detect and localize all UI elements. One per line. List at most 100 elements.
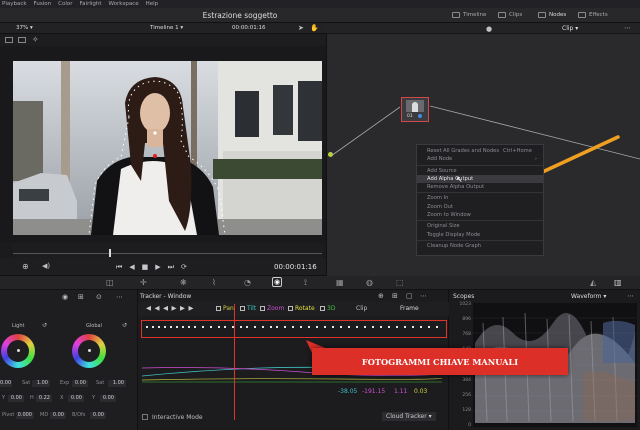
sat2-field[interactable]: 1.00	[108, 380, 126, 387]
speaker-icon[interactable]: ◀)	[42, 262, 50, 270]
ctx-remove-alpha-output[interactable]: Remove Alpha Output	[417, 183, 543, 191]
tracker-icon[interactable]: ⟟	[304, 278, 307, 288]
interactive-mode-label: Interactive Mode	[152, 414, 203, 421]
scopes-toggle-icon[interactable]: ▥	[614, 278, 622, 287]
menu-workspace[interactable]: Workspace	[109, 1, 139, 7]
tracker-more-icon[interactable]: ⋯	[420, 292, 427, 300]
color-match-icon[interactable]: ✛	[140, 278, 147, 287]
curves-icon[interactable]: ⌇	[212, 278, 216, 287]
ctx-original-size[interactable]: Original Size	[417, 222, 543, 230]
exp-label: Exp	[60, 380, 70, 386]
rotate-option[interactable]: Rotate	[288, 305, 315, 312]
wheel1-handle[interactable]	[17, 349, 20, 352]
pointer-icon[interactable]: ➤	[298, 24, 304, 32]
h-field[interactable]: 0.22	[36, 395, 52, 402]
sizing-icon[interactable]: ◭	[590, 278, 596, 287]
menu-fusion[interactable]: Fusion	[34, 1, 52, 7]
ctx-add-source[interactable]: Add Source	[417, 167, 543, 175]
md-field[interactable]: 0.00	[50, 412, 66, 419]
sat-field[interactable]: 1.00	[32, 380, 50, 387]
zoom-option[interactable]: Zoom	[260, 305, 284, 312]
menu-help[interactable]: Help	[146, 1, 159, 7]
menu-playback[interactable]: Playback	[2, 1, 27, 7]
node-input-dot[interactable]	[328, 152, 333, 157]
tracker-target-icon[interactable]: ⊕	[378, 292, 384, 300]
light-value-field[interactable]: 0.00	[0, 380, 12, 387]
3d-option[interactable]: 3D	[320, 305, 335, 312]
playhead[interactable]	[109, 249, 111, 257]
menu-color[interactable]: Color	[58, 1, 72, 7]
menu-fairlight[interactable]: Fairlight	[80, 1, 102, 7]
frame-mode-tab[interactable]: Frame	[400, 305, 419, 312]
scrub-bar[interactable]	[13, 244, 322, 258]
transport-controls[interactable]: ⏮◀■▶⏭⟳	[116, 263, 194, 272]
ctx-add-alpha-output[interactable]: Add Alpha Output	[417, 174, 543, 184]
wheel2-handle[interactable]	[88, 349, 91, 352]
blur-icon[interactable]: ◍	[366, 278, 373, 287]
exp-field[interactable]: 0.00	[72, 380, 88, 387]
node-output-dot[interactable]	[418, 114, 422, 118]
zoom-checkbox	[260, 306, 265, 311]
reset-wheel2-icon[interactable]: ↺	[122, 322, 127, 329]
3d-checkbox	[320, 306, 325, 311]
qualifier-icon[interactable]: ◔	[244, 278, 251, 287]
timeline-selector[interactable]: Timeline 1 ▾	[150, 25, 183, 31]
camera-raw-icon[interactable]: ◫	[106, 278, 114, 287]
timeline-toggle[interactable]: Timeline	[452, 12, 486, 18]
wheel-mode-icon[interactable]: ◉	[62, 293, 68, 301]
hand-icon[interactable]: ✋	[310, 24, 319, 32]
options-icon[interactable]: ⋯	[116, 293, 123, 301]
cloud-tracker-dropdown[interactable]: Cloud Tracker ▾	[382, 412, 436, 421]
scope-more-icon[interactable]: ⋯	[627, 292, 634, 300]
interactive-mode-checkbox[interactable]	[142, 414, 148, 420]
pivot-field[interactable]: 0.000	[16, 412, 34, 419]
effects-icon	[578, 12, 586, 18]
color-page-tools: ◫ ✛ ❋ ⌇ ◔ ◉ ⟟ ▦ ◍ ⬚ ◭ ▥	[0, 276, 640, 290]
video-frame[interactable]	[13, 61, 322, 235]
more-icon[interactable]: ⋯	[624, 24, 631, 32]
ctx-toggle-display[interactable]: Toggle Display Mode	[417, 231, 543, 239]
node-dot-icon[interactable]: ●	[486, 25, 492, 33]
color-wheels-panel: ◉ ⊞ ⊙ ⋯ Light ↺ Global ↺ 0.00 Sat 1.00 E…	[0, 290, 138, 430]
y2-field[interactable]: 0.00	[100, 395, 116, 402]
safe-area-icon[interactable]	[18, 37, 26, 43]
magic-mask-icon[interactable]: ▦	[336, 278, 344, 287]
transport-bar: ⊕ ◀) ⏮◀■▶⏭⟳ 00:00:01:16	[0, 258, 326, 276]
scope-mode-dropdown[interactable]: Waveform ▾	[571, 293, 606, 300]
ctx-zoom-out[interactable]: Zoom Out	[417, 203, 543, 211]
zoom-dropdown[interactable]: 37% ▾	[16, 25, 33, 31]
key-icon[interactable]: ⬚	[396, 278, 404, 287]
ctx-add-node[interactable]: Add Node ›	[417, 155, 543, 163]
primaries-icon[interactable]: ❋	[180, 278, 187, 287]
ctx-zoom-window[interactable]: Zoom to Window	[417, 211, 543, 219]
tracker-grid-icon[interactable]: ⊞	[392, 292, 398, 300]
tracker-window-icon[interactable]: ▢	[406, 292, 413, 300]
pan-option[interactable]: Pan	[216, 305, 234, 312]
track-controls[interactable]: ◀◀◀▶▶▶	[146, 304, 197, 312]
ctx-reset-all[interactable]: Reset All Grades and Nodes Ctrl+Home	[417, 147, 543, 155]
reset-wheel1-icon[interactable]: ↺	[42, 322, 47, 329]
log-icon[interactable]: ⊙	[96, 293, 102, 301]
nodes-toggle[interactable]: Nodes	[538, 12, 566, 18]
target-icon[interactable]: ⊕	[22, 262, 29, 271]
ctx-cleanup[interactable]: Cleanup Node Graph	[417, 242, 543, 250]
scale-896: 896	[462, 317, 471, 323]
clip-mode-tab[interactable]: Clip	[356, 305, 367, 312]
effects-toggle[interactable]: Effects	[578, 12, 608, 18]
y-field[interactable]: 0.00	[8, 395, 24, 402]
ctx-zoom-in[interactable]: Zoom In	[417, 194, 543, 202]
bofs-field[interactable]: 0.00	[90, 412, 106, 419]
timeline-name: Timeline 1	[150, 25, 179, 31]
fx-icon[interactable]: ✧	[32, 35, 39, 44]
tilt-option[interactable]: Tilt	[240, 305, 256, 312]
node-mode-dropdown[interactable]: Clip ▾	[562, 25, 578, 32]
node-01[interactable]: 01	[401, 97, 429, 122]
x-field[interactable]: 0.00	[68, 395, 84, 402]
scrub-track	[13, 253, 322, 254]
clips-toggle[interactable]: Clips	[498, 12, 522, 18]
grid-icon[interactable]	[5, 37, 13, 43]
video-image	[13, 61, 322, 235]
wheel1-title: Light	[12, 323, 25, 329]
window-icon[interactable]: ◉	[272, 277, 282, 287]
bars-icon[interactable]: ⊞	[78, 293, 84, 301]
